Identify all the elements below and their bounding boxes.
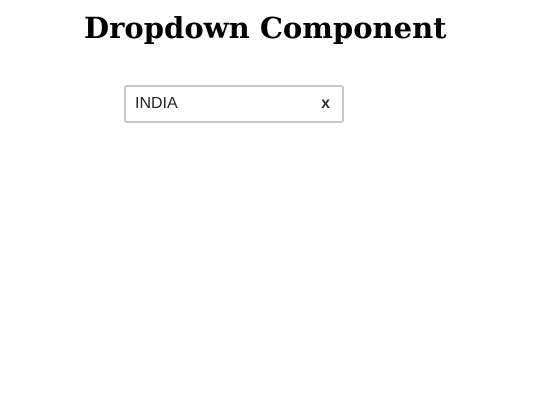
clear-selection-button[interactable]: x bbox=[319, 87, 332, 121]
page-title: Dropdown Component bbox=[84, 11, 447, 45]
dropdown-selected-value[interactable]: INDIA bbox=[135, 87, 178, 121]
country-dropdown[interactable]: INDIA x bbox=[124, 85, 344, 123]
page: Dropdown Component INDIA x bbox=[0, 0, 535, 411]
